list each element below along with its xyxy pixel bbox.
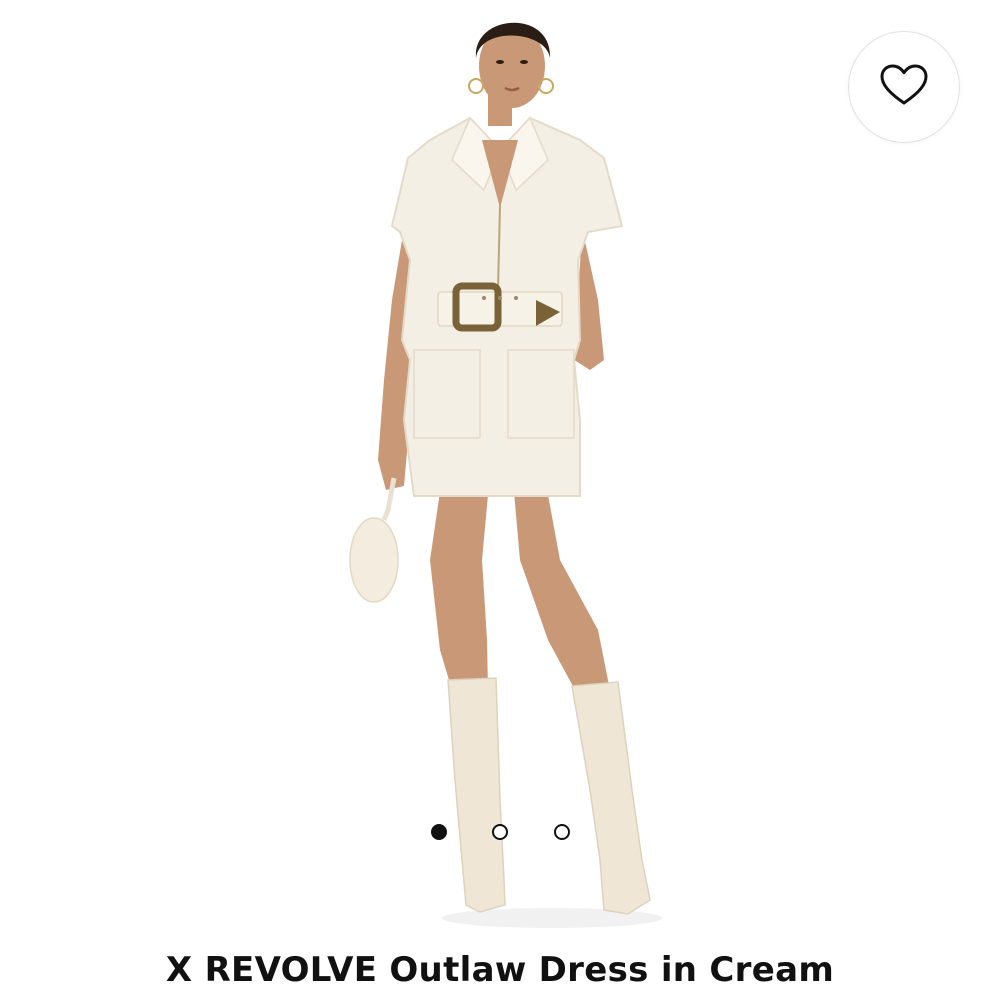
carousel-pagination [0,823,1000,847]
carousel-dot-3[interactable] [554,824,570,840]
wishlist-button[interactable] [848,31,960,143]
carousel-dot-2[interactable] [492,824,508,840]
product-title: X REVOLVE Outlaw Dress in Cream [165,950,835,990]
product-image[interactable] [0,0,1000,940]
carousel-dot-1[interactable] [431,824,447,840]
product-page: X REVOLVE Outlaw Dress in Cream [0,0,1000,1000]
product-photo-illustration [349,22,662,928]
heart-outline-icon [880,64,928,111]
